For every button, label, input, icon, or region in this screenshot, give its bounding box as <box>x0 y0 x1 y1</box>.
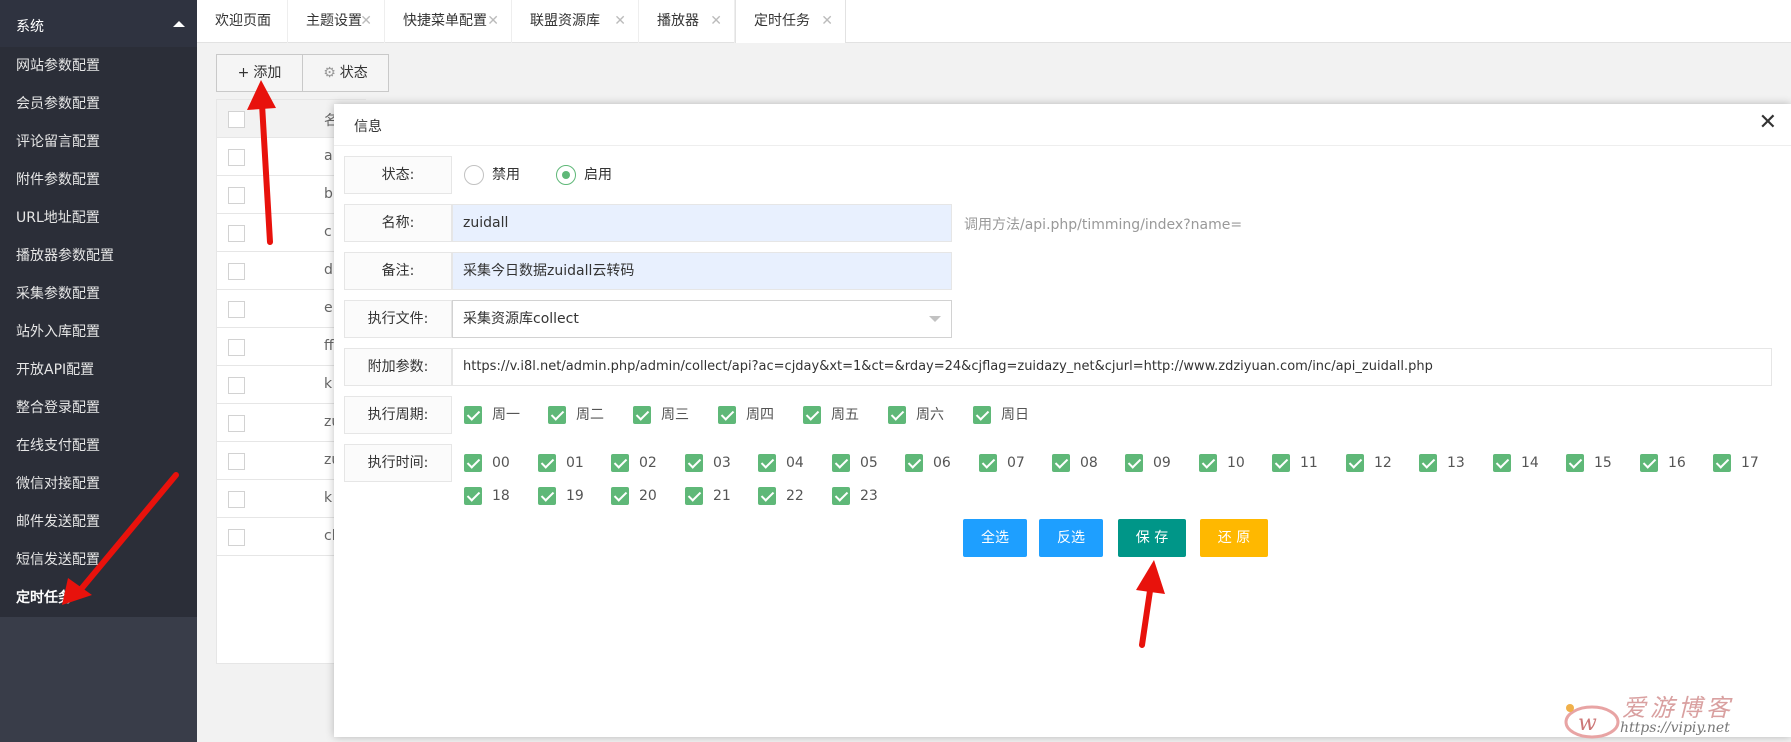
watermark-title: 爱游博客 <box>1622 694 1734 722</box>
arrow-to-scheduled-tasks <box>62 472 179 605</box>
arrow-to-save-button <box>1136 560 1165 648</box>
watermark-url: https://vipiy.net <box>1620 720 1730 736</box>
svg-text:w: w <box>1578 711 1597 736</box>
watermark-logo: w 爱游博客 https://vipiy.net <box>1550 688 1790 742</box>
arrow-to-add-button <box>247 80 276 245</box>
annotation-arrows <box>62 80 1165 648</box>
blog-logo-icon: w <box>1564 704 1620 739</box>
